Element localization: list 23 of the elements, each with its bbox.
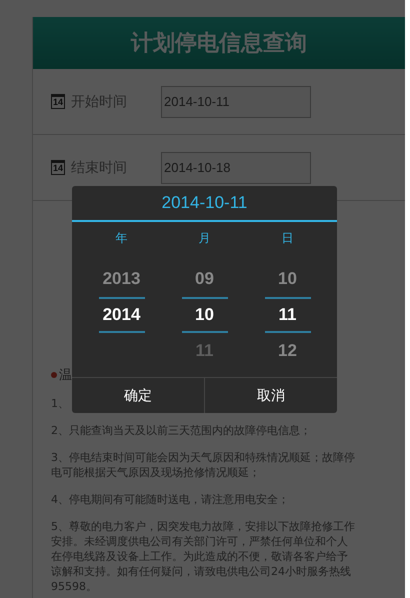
notice-item: 3、停电结束时间可能会因为天气原因和特殊情况顺延；故障停电可能根据天气原因及现场抢修情况顺延； [51,450,355,480]
date-field[interactable]: 2014-10-18 [161,152,311,184]
dialog-title: 2014-10-11 [72,186,337,222]
notice-item: 1、 [51,396,70,411]
notice-item: 5、尊敬的电力客户，因突发电力故障，安排以下故障抢修工作安排。未经调度供电公司有关部门许可，严禁任何单位和个人在停电线路及设备上工作。为此造成的不便，敬请各客户给予谅解和支持。如有任何疑问，请致电供电公司24小时服务热线95598。 [51,519,355,594]
column-label: 日 [282,230,294,247]
picker-option[interactable]: 10 [182,297,228,333]
picker-option[interactable]: 10 [264,261,310,297]
picker-option[interactable]: 11 [264,297,310,333]
picker-option[interactable]: 2013 [98,261,144,297]
date-field[interactable]: 2014-10-11 [161,86,311,118]
confirm-button[interactable]: 确定 [72,378,204,413]
notice-item: 4、停电期间有可能随时送电，请注意用电安全； [51,492,290,507]
column-label: 月 [198,230,210,247]
column-label: 年 [116,230,128,247]
page-title: 计划停电信息查询 [131,29,307,58]
calendar-icon: 14 [51,160,65,175]
cancel-button[interactable]: 取消 [204,378,337,413]
calendar-icon: 14 [51,94,65,109]
picker-option[interactable]: 09 [182,261,228,297]
notice-item: 2、只能查询当天及以前三天范围内的故障停电信息； [51,423,312,438]
picker-option[interactable]: 2014 [98,297,144,333]
picker-option[interactable]: 12 [264,333,310,369]
